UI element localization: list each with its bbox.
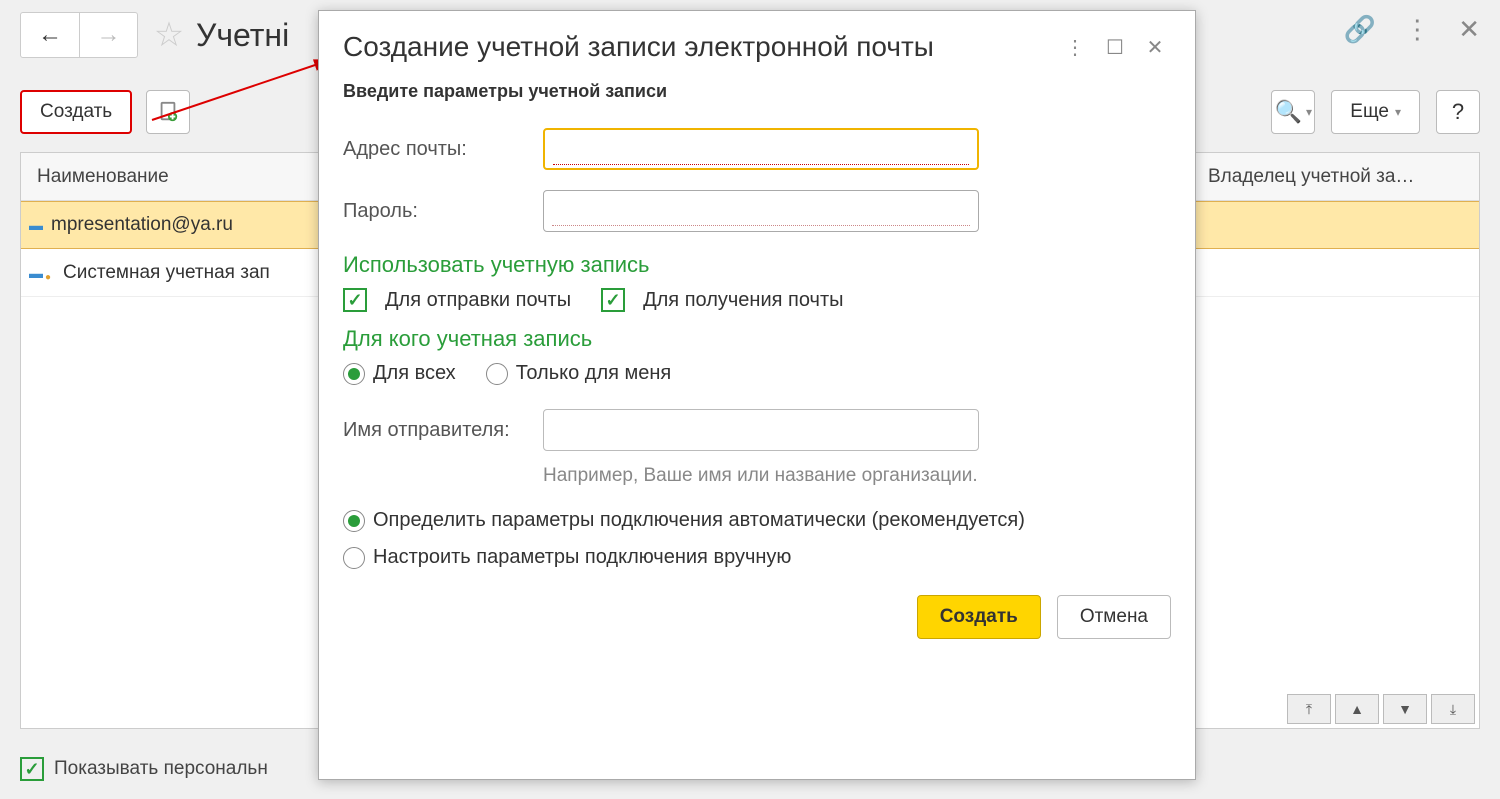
whom-section-title: Для кого учетная запись bbox=[343, 326, 1171, 352]
show-personal-label: Показывать персональн bbox=[54, 758, 268, 780]
use-receive-label: Для получения почты bbox=[643, 289, 843, 312]
nav-back-forward: ← → bbox=[20, 12, 138, 58]
create-button[interactable]: Создать bbox=[20, 90, 132, 134]
favorite-star-icon[interactable]: ☆ bbox=[148, 14, 190, 56]
dropdown-caret-icon: ▾ bbox=[1306, 105, 1312, 119]
dropdown-caret-icon: ▾ bbox=[1395, 105, 1401, 119]
email-label: Адрес почты: bbox=[343, 138, 543, 161]
dialog-title: Создание учетной записи электронной почт… bbox=[343, 31, 1051, 63]
dialog-titlebar: Создание учетной записи электронной почт… bbox=[343, 31, 1171, 63]
use-send-label: Для отправки почты bbox=[385, 289, 571, 312]
whom-all-radio[interactable]: Для всех bbox=[343, 362, 456, 385]
more-button[interactable]: Еще ▾ bbox=[1331, 90, 1420, 134]
use-receive-checkbox[interactable]: ✓ Для получения почты bbox=[601, 288, 843, 312]
dialog-subtitle: Введите параметры учетной записи bbox=[343, 81, 1171, 102]
copy-button[interactable] bbox=[146, 90, 190, 134]
caret-down-icon: ▼ bbox=[1398, 701, 1412, 717]
scroll-top-icon: ⤒ bbox=[1306, 701, 1312, 718]
caret-up-icon: ▲ bbox=[1350, 701, 1364, 717]
dialog-create-label: Создать bbox=[940, 606, 1018, 628]
password-label: Пароль: bbox=[343, 200, 543, 223]
connection-auto-label: Определить параметры подключения автомат… bbox=[373, 509, 1025, 532]
close-icon[interactable]: ✕ bbox=[1458, 14, 1480, 45]
search-button[interactable]: 🔍 ▾ bbox=[1271, 90, 1315, 134]
back-button[interactable]: ← bbox=[21, 13, 79, 57]
whom-all-label: Для всех bbox=[373, 362, 456, 385]
whom-me-label: Только для меня bbox=[516, 362, 672, 385]
document-plus-icon bbox=[157, 101, 179, 123]
row-text: mpresentation@ya.ru bbox=[51, 214, 233, 236]
checkbox-checked-icon: ✓ bbox=[343, 288, 367, 312]
system-account-badge-icon: ● bbox=[33, 272, 63, 283]
dialog-maximize-icon[interactable]: ☐ bbox=[1099, 31, 1131, 63]
help-icon: ? bbox=[1452, 99, 1464, 125]
scroll-bottom-button[interactable]: ⤓ bbox=[1431, 694, 1475, 724]
forward-button[interactable]: → bbox=[79, 13, 137, 57]
sender-label: Имя отправителя: bbox=[343, 419, 543, 442]
scroll-bottom-icon: ⤓ bbox=[1450, 701, 1456, 718]
create-account-dialog: Создание учетной записи электронной почт… bbox=[318, 10, 1196, 780]
connection-auto-radio[interactable]: Определить параметры подключения автомат… bbox=[343, 509, 1171, 532]
password-input[interactable] bbox=[543, 190, 979, 232]
dialog-cancel-label: Отмена bbox=[1080, 606, 1148, 628]
dialog-cancel-button[interactable]: Отмена bbox=[1057, 595, 1171, 639]
sender-hint: Например, Ваше имя или название организа… bbox=[543, 465, 1171, 487]
radio-selected-icon bbox=[343, 510, 365, 532]
arrow-left-icon: ← bbox=[38, 21, 62, 49]
use-section-title: Использовать учетную запись bbox=[343, 252, 1171, 278]
search-icon: 🔍 bbox=[1275, 99, 1302, 125]
email-input[interactable] bbox=[543, 128, 979, 170]
scroll-top-button[interactable]: ⤒ bbox=[1287, 694, 1331, 724]
dialog-close-icon[interactable]: ✕ bbox=[1139, 31, 1171, 63]
column-owner-header[interactable]: Владелец учетной за… bbox=[1191, 153, 1479, 200]
dialog-create-button[interactable]: Создать bbox=[917, 595, 1041, 639]
connection-manual-radio[interactable]: Настроить параметры подключения вручную bbox=[343, 546, 1171, 569]
sender-input[interactable] bbox=[543, 409, 979, 451]
list-nav-buttons: ⤒ ▲ ▼ ⤓ bbox=[1287, 694, 1475, 724]
radio-selected-icon bbox=[343, 363, 365, 385]
mail-account-icon: ▬ bbox=[21, 217, 51, 233]
arrow-right-icon: → bbox=[97, 21, 121, 49]
kebab-menu-icon[interactable]: ⋮ bbox=[1404, 14, 1430, 45]
scroll-up-button[interactable]: ▲ bbox=[1335, 694, 1379, 724]
use-send-checkbox[interactable]: ✓ Для отправки почты bbox=[343, 288, 571, 312]
topbar-right-controls: 🔗 ⋮ ✕ bbox=[1344, 14, 1480, 45]
whom-me-radio[interactable]: Только для меня bbox=[486, 362, 672, 385]
show-personal-checkbox[interactable]: ✓ Показывать персональн bbox=[20, 757, 268, 781]
scroll-down-button[interactable]: ▼ bbox=[1383, 694, 1427, 724]
checkbox-checked-icon: ✓ bbox=[20, 757, 44, 781]
help-button[interactable]: ? bbox=[1436, 90, 1480, 134]
create-label: Создать bbox=[40, 101, 112, 123]
radio-icon bbox=[486, 363, 508, 385]
more-label: Еще bbox=[1350, 101, 1389, 123]
row-text: Системная учетная зап bbox=[63, 262, 270, 284]
connection-manual-label: Настроить параметры подключения вручную bbox=[373, 546, 791, 569]
dialog-menu-icon[interactable]: ⋮ bbox=[1059, 31, 1091, 63]
checkbox-checked-icon: ✓ bbox=[601, 288, 625, 312]
radio-icon bbox=[343, 547, 365, 569]
link-icon[interactable]: 🔗 bbox=[1344, 14, 1376, 45]
page-title: Учетні bbox=[196, 17, 289, 54]
